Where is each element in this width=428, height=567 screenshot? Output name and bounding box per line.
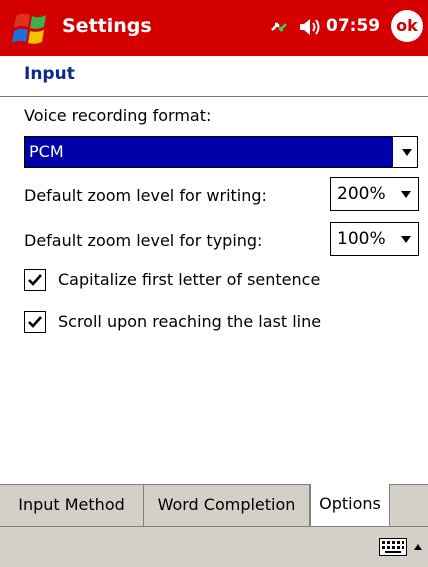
scroll-checkbox[interactable] xyxy=(24,311,46,333)
voice-format-value: PCM xyxy=(25,137,393,167)
tab-word-completion[interactable]: Word Completion xyxy=(144,485,310,527)
ok-button[interactable]: ok xyxy=(391,10,423,42)
zoom-writing-label: Default zoom level for writing: xyxy=(24,186,267,205)
connectivity-icon[interactable] xyxy=(268,14,290,40)
keyboard-icon[interactable] xyxy=(379,538,407,556)
chevron-down-icon[interactable] xyxy=(401,191,411,198)
tab-input-method[interactable]: Input Method xyxy=(0,485,144,527)
section-title: Input xyxy=(24,64,75,84)
up-arrow-icon[interactable] xyxy=(414,544,422,550)
voice-format-select[interactable]: PCM xyxy=(24,136,418,168)
tab-strip: Input Method Word Completion Options xyxy=(0,484,428,527)
checkmark-icon xyxy=(28,316,42,328)
app-title: Settings xyxy=(62,15,152,37)
clock[interactable]: 07:59 xyxy=(326,11,380,41)
title-bar: Settings 07:59 ok xyxy=(0,0,428,56)
zoom-typing-select[interactable]: 100% xyxy=(330,222,419,256)
voice-format-label: Voice recording format: xyxy=(24,106,212,125)
checkmark-icon xyxy=(28,274,42,286)
zoom-writing-select[interactable]: 200% xyxy=(330,177,419,211)
zoom-writing-value: 200% xyxy=(337,184,386,204)
capitalize-checkbox[interactable] xyxy=(24,269,46,291)
chevron-down-icon[interactable] xyxy=(402,149,412,156)
section-header: Input xyxy=(0,56,428,97)
speaker-icon[interactable] xyxy=(296,14,324,40)
menu-bar xyxy=(0,526,428,567)
zoom-typing-value: 100% xyxy=(337,229,386,249)
scroll-label[interactable]: Scroll upon reaching the last line xyxy=(58,310,321,334)
tab-options[interactable]: Options xyxy=(310,484,390,527)
windows-flag-icon[interactable] xyxy=(12,10,54,48)
chevron-down-icon[interactable] xyxy=(401,236,411,243)
capitalize-label[interactable]: Capitalize first letter of sentence xyxy=(58,268,320,292)
zoom-typing-label: Default zoom level for typing: xyxy=(24,231,263,250)
